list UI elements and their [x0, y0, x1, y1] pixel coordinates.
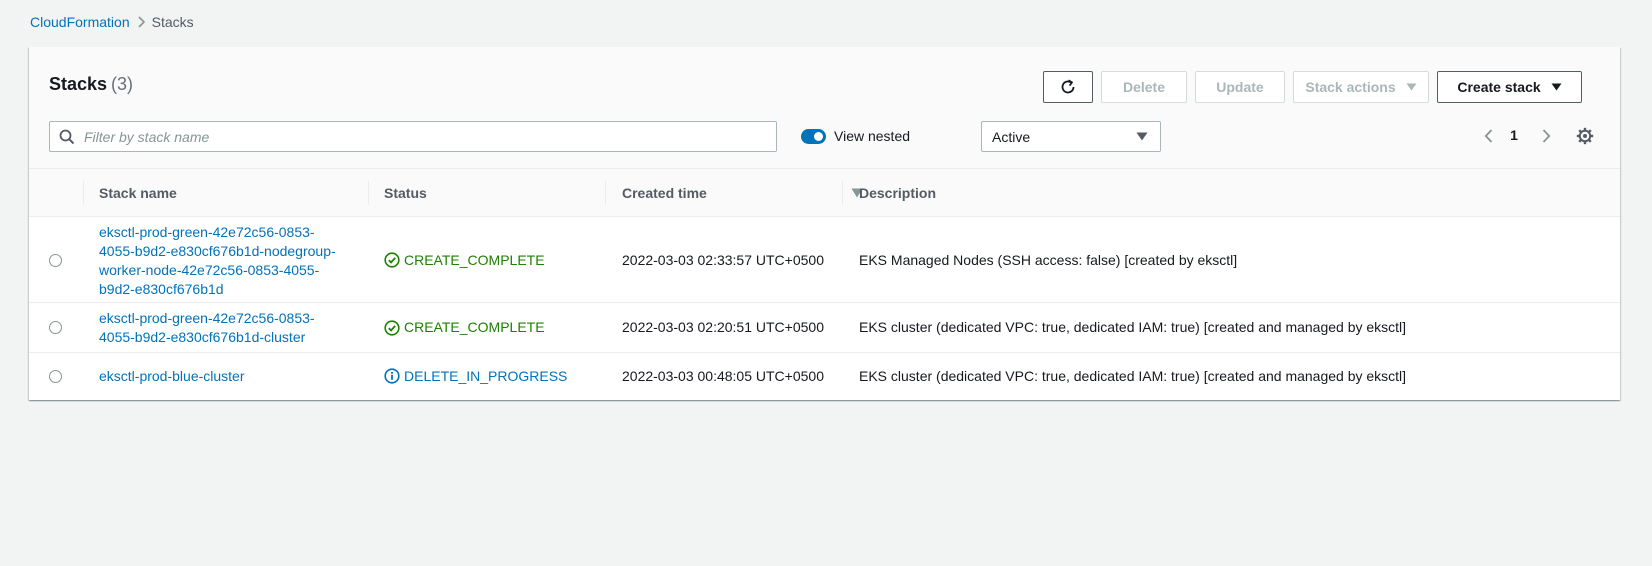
status-filter-value: Active [992, 128, 1031, 145]
stack-name-line: eksctl-prod-green-42e72c56-0853- [99, 310, 315, 326]
stack-description: EKS Managed Nodes (SSH access: false) [c… [859, 251, 1238, 268]
view-nested-label: View nested [834, 128, 911, 144]
caret-down-icon [1136, 132, 1148, 141]
column-divider [83, 181, 84, 205]
create-stack-label: Create stack [1457, 79, 1541, 95]
next-page-button[interactable] [1538, 127, 1554, 145]
column-divider[interactable] [842, 181, 843, 205]
column-header-status[interactable]: Status [384, 169, 427, 217]
column-divider[interactable] [368, 181, 369, 205]
update-button[interactable]: Update [1195, 71, 1285, 103]
column-header-stack-name[interactable]: Stack name [99, 169, 177, 217]
filter-input[interactable] [84, 122, 776, 151]
stack-name-line: eksctl-prod-green-42e72c56-0853- [99, 223, 315, 240]
breadcrumb: CloudFormation Stacks [30, 12, 194, 32]
stack-description: EKS cluster (dedicated VPC: true, dedica… [859, 319, 1407, 335]
column-header-description[interactable]: Description [859, 169, 936, 217]
previous-page-button[interactable] [1480, 127, 1496, 145]
caret-down-icon [1551, 83, 1562, 91]
chevron-right-icon [130, 16, 152, 28]
refresh-icon [1061, 79, 1075, 94]
table-header: Stack name Status Created time Descripti… [29, 169, 1620, 217]
table-row[interactable]: eksctl-prod-green-42e72c56-0853- 4055-b9d… [29, 303, 1620, 353]
chevron-right-icon [1542, 129, 1550, 143]
current-page-number[interactable]: 1 [1502, 127, 1526, 143]
caret-down-icon [1406, 83, 1417, 91]
column-header-created-time[interactable]: Created time [622, 169, 707, 217]
stacks-table-container: Stacks (3) Delete Update Stack actions Cr… [29, 47, 1620, 400]
status-text: DELETE_IN_PROGRESS [404, 367, 568, 384]
breadcrumb-current: Stacks [151, 14, 194, 30]
stack-description: EKS cluster (dedicated VPC: true, dedica… [859, 367, 1407, 384]
stack-name-line: b9d2-e830cf676b1d [99, 280, 224, 297]
stack-name-link[interactable]: eksctl-prod-blue-cluster [99, 367, 351, 386]
table-header-area: Stacks (3) Delete Update Stack actions Cr… [29, 47, 1620, 169]
info-circle-icon [384, 368, 400, 384]
stack-name-line: 4055-b9d2-e830cf676b1d-cluster [99, 329, 306, 345]
stack-name-link[interactable]: eksctl-prod-green-42e72c56-0853- 4055-b9d… [99, 309, 351, 347]
stack-count: (3) [111, 74, 134, 94]
column-divider[interactable] [605, 181, 606, 205]
status-text: CREATE_COMPLETE [404, 251, 545, 268]
created-time: 2022-03-03 02:33:57 UTC+0500 [622, 251, 824, 268]
create-stack-button[interactable]: Create stack [1437, 71, 1582, 103]
created-time: 2022-03-03 02:20:51 UTC+0500 [622, 319, 824, 335]
row-select-radio[interactable] [49, 369, 62, 383]
stack-actions-label: Stack actions [1305, 79, 1396, 95]
status-cell: CREATE_COMPLETE [384, 318, 545, 337]
view-nested-toggle[interactable] [801, 129, 826, 144]
stack-actions-button[interactable]: Stack actions [1293, 71, 1429, 103]
stack-name-line: eksctl-prod-blue-cluster [99, 368, 245, 384]
stack-name-line: 4055-b9d2-e830cf676b1d-nodegroup- [99, 242, 336, 259]
status-cell: CREATE_COMPLETE [384, 251, 545, 270]
preferences-button[interactable] [1574, 125, 1596, 147]
status-cell[interactable]: DELETE_IN_PROGRESS [384, 367, 567, 386]
status-text: CREATE_COMPLETE [404, 319, 545, 335]
chevron-left-icon [1484, 129, 1492, 143]
title-text: Stacks [49, 74, 108, 94]
row-select-radio[interactable] [49, 253, 62, 267]
stack-name-line: worker-node-42e72c56-0853-4055- [99, 261, 320, 278]
table-row[interactable]: eksctl-prod-blue-cluster DELETE_IN_PROGRE… [29, 353, 1620, 400]
refresh-button[interactable] [1043, 71, 1093, 103]
delete-button[interactable]: Delete [1101, 71, 1187, 103]
check-circle-icon [384, 252, 400, 268]
search-icon [50, 129, 84, 145]
created-time: 2022-03-03 00:48:05 UTC+0500 [622, 367, 824, 384]
filter-search-field [49, 121, 777, 152]
toggle-knob [814, 132, 823, 141]
check-circle-icon [384, 319, 400, 336]
page-title: Stacks (3) [49, 74, 133, 95]
breadcrumb-cloudformation-link[interactable]: CloudFormation [30, 14, 130, 30]
table-row[interactable]: eksctl-prod-green-42e72c56-0853- 4055-b9d… [29, 218, 1620, 303]
row-select-radio[interactable] [49, 321, 62, 334]
stack-name-link[interactable]: eksctl-prod-green-42e72c56-0853- 4055-b9d… [99, 223, 351, 299]
gear-icon [1576, 127, 1594, 145]
status-filter-select[interactable]: Active [981, 121, 1161, 152]
